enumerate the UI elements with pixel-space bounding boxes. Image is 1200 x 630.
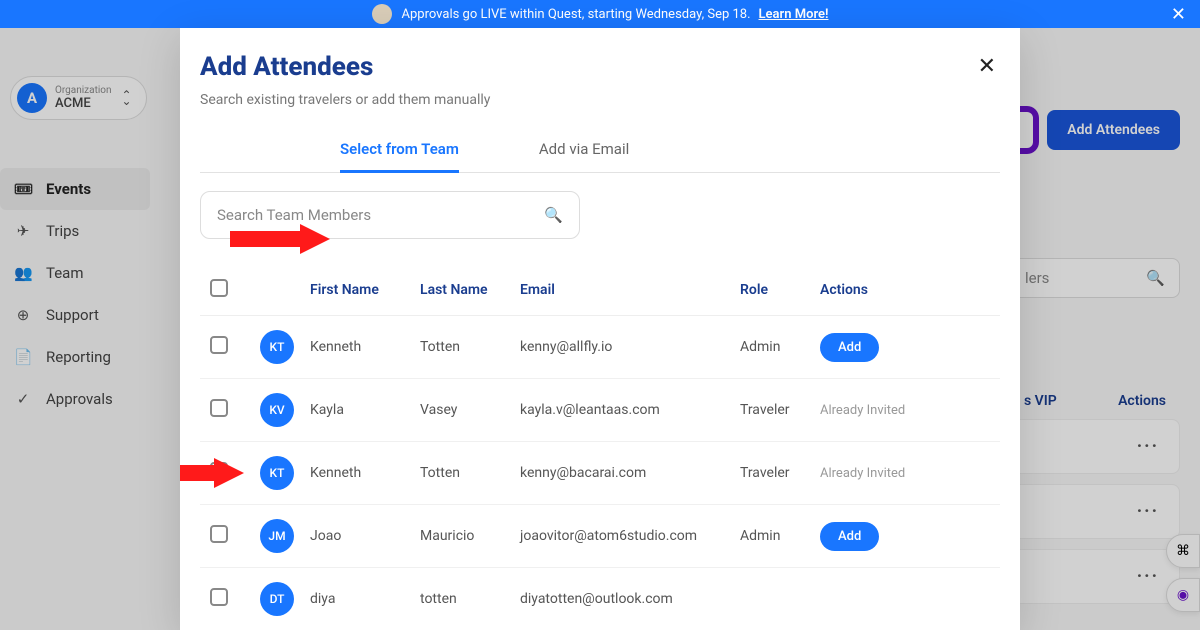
cell-email: kenny@allfly.io — [520, 339, 740, 355]
trips-icon: ✈ — [14, 222, 32, 240]
bg-row-actions[interactable]: ··· — [1010, 419, 1180, 474]
header-last-name: Last Name — [420, 282, 520, 298]
table-header: First Name Last Name Email Role Actions — [200, 279, 1000, 316]
banner-text: Approvals go LIVE within Quest, starting… — [402, 7, 751, 22]
add-attendees-modal: ✕ Add Attendees Search existing traveler… — [180, 28, 1020, 630]
row-checkbox[interactable] — [210, 399, 228, 417]
team-members-table: First Name Last Name Email Role Actions … — [200, 279, 1000, 630]
sidebar-item-label: Team — [46, 264, 84, 282]
cell-last-name: Totten — [420, 465, 520, 481]
command-icon[interactable]: ⌘ — [1166, 534, 1200, 568]
sidebar-item-label: Events — [46, 180, 91, 198]
cell-email: kayla.v@leantaas.com — [520, 402, 740, 418]
modal-title: Add Attendees — [200, 52, 1000, 82]
tab-select-from-team[interactable]: Select from Team — [340, 128, 459, 173]
approvals-icon: ✓ — [14, 390, 32, 408]
cell-last-name: Totten — [420, 339, 520, 355]
search-placeholder-partial: lers — [1025, 269, 1049, 287]
annotation-arrow — [180, 458, 244, 488]
header-first-name: First Name — [310, 282, 420, 298]
table-row: KT KennethTottenkenny@bacarai.comTraveler… — [200, 442, 1000, 505]
cell-first-name: Kenneth — [310, 465, 420, 481]
sidebar-item-trips[interactable]: ✈ Trips — [0, 210, 150, 252]
already-invited-label: Already Invited — [820, 403, 905, 418]
org-name: ACME — [55, 96, 112, 111]
close-icon[interactable]: ✕ — [978, 54, 996, 79]
cell-role: Traveler — [740, 402, 820, 418]
annotation-arrow — [230, 224, 330, 254]
table-row: KV KaylaVaseykayla.v@leantaas.comTraveler… — [200, 379, 1000, 442]
cell-first-name: Joao — [310, 528, 420, 544]
cell-role: Admin — [740, 528, 820, 544]
banner-close-icon[interactable]: ✕ — [1171, 4, 1186, 25]
background-table-partial: s VIP Actions ··· ··· ··· — [1010, 383, 1180, 614]
search-icon: 🔍 — [1146, 269, 1165, 287]
help-widget-icon[interactable]: ◉ — [1166, 578, 1200, 612]
cell-first-name: Kenneth — [310, 339, 420, 355]
cell-last-name: totten — [420, 591, 520, 607]
cell-email: kenny@bacarai.com — [520, 465, 740, 481]
bg-header-vip: s VIP — [1024, 393, 1057, 409]
add-button[interactable]: Add — [820, 522, 879, 551]
table-row: JMJoaoMauriciojoaovitor@atom6studio.comA… — [200, 505, 1000, 568]
cell-role: Traveler — [740, 465, 820, 481]
user-avatar: DT — [260, 582, 294, 616]
page-background: A Organization ACME ⌃⌄ 🎟 Events ✈ Trips 👥 Tea… — [0, 28, 1200, 630]
cell-email: joaovitor@atom6studio.com — [520, 528, 740, 544]
already-invited-label: Already Invited — [820, 466, 905, 481]
sidebar-item-label: Support — [46, 306, 99, 324]
cell-last-name: Mauricio — [420, 528, 520, 544]
sidebar-item-label: Trips — [46, 222, 79, 240]
add-attendees-button[interactable]: Add Attendees — [1047, 110, 1180, 150]
banner-learn-more-link[interactable]: Learn More! — [759, 7, 829, 22]
sidebar-item-team[interactable]: 👥 Team — [0, 252, 150, 294]
row-checkbox[interactable] — [210, 336, 228, 354]
user-avatar: KT — [260, 330, 294, 364]
sidebar-item-label: Approvals — [46, 390, 113, 408]
organization-selector[interactable]: A Organization ACME ⌃⌄ — [10, 76, 147, 120]
row-checkbox[interactable] — [210, 525, 228, 543]
user-avatar: JM — [260, 519, 294, 553]
cell-last-name: Vasey — [420, 402, 520, 418]
header-role: Role — [740, 282, 820, 298]
modal-subtitle: Search existing travelers or add them ma… — [200, 92, 1000, 108]
cell-email: diyatotten@outlook.com — [520, 591, 740, 607]
user-avatar: KV — [260, 393, 294, 427]
sidebar-nav: 🎟 Events ✈ Trips 👥 Team ⊕ Support 📄 Reporting ✓ App… — [0, 168, 150, 420]
search-travelers-input[interactable]: lers 🔍 — [1010, 258, 1180, 298]
row-checkbox[interactable] — [210, 588, 228, 606]
tab-add-via-email[interactable]: Add via Email — [539, 128, 629, 172]
header-actions: Actions — [820, 282, 950, 298]
support-icon: ⊕ — [14, 306, 32, 324]
search-icon: 🔍 — [544, 206, 563, 224]
reporting-icon: 📄 — [14, 348, 32, 366]
user-avatar: KT — [260, 456, 294, 490]
cell-role: Admin — [740, 339, 820, 355]
bg-row-actions[interactable]: ··· — [1010, 549, 1180, 604]
team-icon: 👥 — [14, 264, 32, 282]
cell-first-name: Kayla — [310, 402, 420, 418]
org-label: Organization — [55, 85, 112, 96]
bg-header-actions: Actions — [1118, 393, 1166, 409]
sidebar-item-events[interactable]: 🎟 Events — [0, 168, 150, 210]
cell-first-name: diya — [310, 591, 420, 607]
chevron-updown-icon: ⌃⌄ — [122, 92, 132, 104]
org-avatar: A — [17, 83, 47, 113]
bg-row-actions[interactable]: ··· — [1010, 484, 1180, 539]
sidebar-item-support[interactable]: ⊕ Support — [0, 294, 150, 336]
events-icon: 🎟 — [14, 180, 32, 198]
sidebar-item-label: Reporting — [46, 348, 111, 366]
select-all-checkbox[interactable] — [210, 279, 228, 297]
floating-buttons: ⌘ ◉ — [1166, 534, 1200, 612]
banner-avatar — [372, 4, 392, 24]
table-row: KT KennethTottenkenny@allfly.ioAdminAdd — [200, 316, 1000, 379]
sidebar-item-reporting[interactable]: 📄 Reporting — [0, 336, 150, 378]
header-email: Email — [520, 282, 740, 298]
add-button[interactable]: Add — [820, 333, 879, 362]
sidebar-item-approvals[interactable]: ✓ Approvals — [0, 378, 150, 420]
announcement-banner: Approvals go LIVE within Quest, starting… — [0, 0, 1200, 28]
search-placeholder: Search Team Members — [217, 206, 371, 224]
table-row: DT diyatottendiyatotten@outlook.com — [200, 568, 1000, 630]
